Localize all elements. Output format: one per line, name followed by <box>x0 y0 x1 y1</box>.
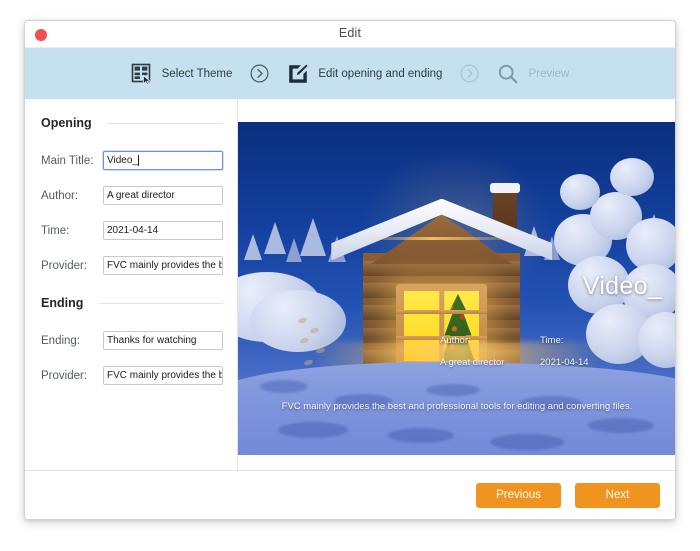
ending-provider-input[interactable]: FVC mainly provides the best and profess… <box>103 366 223 385</box>
snow-shadow <box>260 380 308 393</box>
ending-input[interactable]: Thanks for watching <box>103 331 223 350</box>
roof-light-edge <box>358 237 525 241</box>
footprint <box>303 358 314 367</box>
overlay-provider-text: FVC mainly provides the best and profess… <box>281 401 633 412</box>
ending-provider-value: FVC mainly provides the best and profess… <box>107 370 222 381</box>
ending-value: Thanks for watching <box>107 335 197 346</box>
author-value: A great director <box>107 190 175 201</box>
toolbar-step-label: Preview <box>528 67 570 80</box>
author-label: Author: <box>41 189 79 202</box>
form-row-time: Time: 2021-04-14 <box>41 217 237 244</box>
overlay-meta: Author: A great director Time: 2021-04-1… <box>440 335 670 368</box>
form-row-author: Author: A great director <box>41 182 237 209</box>
opening-provider-label: Provider: <box>41 259 88 272</box>
ending-section-heading: Ending <box>41 292 223 314</box>
overlay-author-value: A great director <box>440 357 505 368</box>
pine-tree <box>244 234 262 260</box>
preview-panel: Video_ Author: A great director Time: 20… <box>238 99 675 470</box>
snow-shadow <box>388 428 454 443</box>
window-titlebar: Edit <box>25 21 675 48</box>
toolbar-step-preview[interactable]: Preview <box>497 63 569 85</box>
overlay-time-value: 2021-04-14 <box>540 357 589 368</box>
snow-shadow <box>490 434 564 450</box>
main-title-input[interactable]: Video_ <box>103 151 223 170</box>
time-label: Time: <box>41 224 70 237</box>
next-button[interactable]: Next <box>575 482 660 508</box>
main-title-value: Video_ <box>107 155 138 166</box>
snow-mound <box>610 158 654 196</box>
ending-provider-label: Provider: <box>41 369 88 382</box>
toolbar-step-select-theme[interactable]: Select Theme <box>131 63 233 85</box>
app-root: Edit Select Theme Edit opening and endin… <box>0 0 700 551</box>
window-title: Edit <box>338 26 362 40</box>
opening-provider-input[interactable]: FVC mainly provides the best and profess… <box>103 256 223 275</box>
overlay-author-column: Author: A great director <box>440 335 540 368</box>
chimney-snow <box>489 183 520 193</box>
opening-section-heading: Opening <box>41 112 223 134</box>
theme-grid-icon <box>131 63 153 85</box>
ending-heading-label: Ending <box>41 296 84 310</box>
toolbar-step-label: Select Theme <box>161 67 233 80</box>
magnifier-icon <box>497 63 519 85</box>
form-row-ending-provider: Provider: FVC mainly provides the best a… <box>41 362 237 389</box>
snow-shadow <box>278 422 348 438</box>
text-caret <box>137 155 139 166</box>
body-area: Opening Main Title: Video_ Author: A gre… <box>25 99 675 470</box>
snow-shadow <box>426 384 480 396</box>
form-row-main-title: Main Title: Video_ <box>41 147 237 174</box>
overlay-author-label: Author: <box>440 335 471 346</box>
heading-rule <box>107 122 223 124</box>
opening-provider-value: FVC mainly provides the best and profess… <box>107 260 222 271</box>
snow-shadow <box>588 418 654 433</box>
form-row-opening-provider: Provider: FVC mainly provides the best a… <box>41 252 237 279</box>
overlay-time-column: Time: 2021-04-14 <box>540 335 640 368</box>
toolbar-step-label: Edit opening and ending <box>318 67 443 80</box>
time-value: 2021-04-14 <box>107 225 159 236</box>
previous-button[interactable]: Previous <box>476 482 561 508</box>
heading-rule <box>99 302 223 304</box>
opening-heading-label: Opening <box>41 116 92 130</box>
time-input[interactable]: 2021-04-14 <box>103 221 223 240</box>
overlay-main-title: Video_ <box>582 272 662 300</box>
pine-tree <box>264 222 286 254</box>
overlay-time-label: Time: <box>540 335 564 346</box>
form-row-ending: Ending: Thanks for watching <box>41 327 237 354</box>
step-toolbar: Select Theme Edit opening and ending Pre… <box>25 48 675 99</box>
ending-label: Ending: <box>41 334 81 347</box>
window-mullion-horizontal <box>396 309 487 315</box>
toolbar-step-edit-opening-ending[interactable]: Edit opening and ending <box>287 63 442 85</box>
pine-tree <box>300 218 326 256</box>
main-title-label: Main Title: <box>41 154 94 167</box>
snow-mound <box>560 174 600 210</box>
chevron-right-circle-icon <box>250 64 269 83</box>
edit-pencil-square-icon <box>287 63 309 85</box>
chevron-right-circle-icon-disabled <box>460 64 479 83</box>
settings-form-panel: Opening Main Title: Video_ Author: A gre… <box>25 99 238 470</box>
author-input[interactable]: A great director <box>103 186 223 205</box>
footer-bar: Previous Next <box>25 470 675 519</box>
preview-canvas[interactable]: Video_ Author: A great director Time: 20… <box>238 122 675 455</box>
edit-window: Edit Select Theme Edit opening and endin… <box>24 20 676 520</box>
